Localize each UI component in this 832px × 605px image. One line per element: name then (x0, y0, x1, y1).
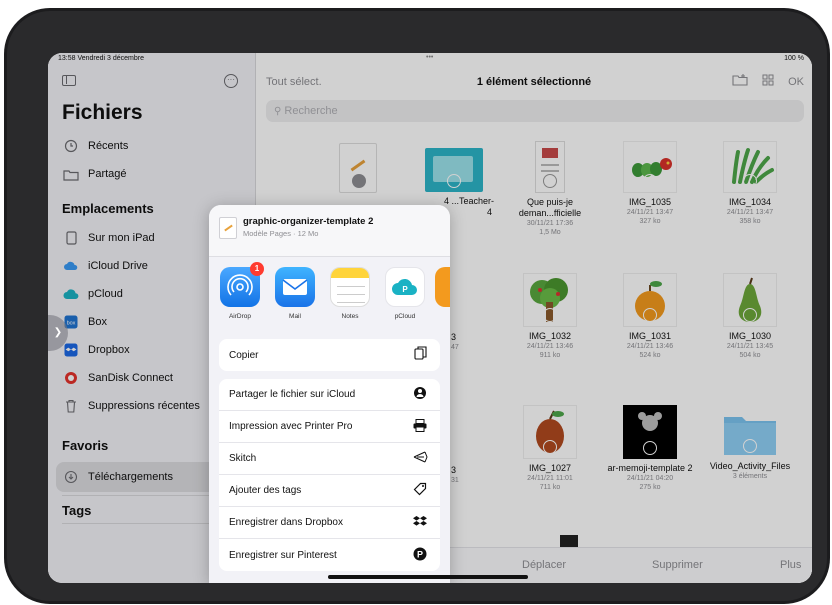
share-app-label: Mail (289, 313, 301, 320)
share-sheet: graphic-organizer-template 2 Modèle Page… (209, 205, 450, 583)
copy-group: Copier (219, 339, 440, 371)
action-label: Skitch (229, 453, 257, 464)
action-label: Enregistrer sur Pinterest (229, 549, 337, 561)
ipad-frame: ··· Fichiers Récents Partagé Emplacement… (4, 8, 830, 604)
share-app-label: pCloud (394, 313, 416, 320)
app-icon (435, 267, 450, 307)
airdrop-icon: 1 (220, 262, 264, 307)
share-app-pcloud[interactable]: P pCloud (380, 267, 430, 320)
action-label: Partager le fichier sur iCloud (229, 389, 356, 400)
share-app-label: AirDrop (228, 313, 252, 320)
home-indicator[interactable] (328, 575, 528, 579)
share-app-label: Notes (341, 313, 359, 320)
copy-icon (412, 346, 428, 364)
pinterest-icon: P (412, 547, 428, 564)
mail-icon (275, 267, 315, 307)
share-sheet-header: graphic-organizer-template 2 Modèle Page… (209, 205, 450, 257)
action-save-dropbox[interactable]: Enregistrer dans Dropbox (219, 507, 440, 539)
skitch-icon (412, 451, 428, 466)
action-label: Impression avec Printer Pro (229, 421, 353, 432)
shared-file-subtitle: Modèle Pages · 12 Mo (243, 229, 319, 238)
dropbox-icon (412, 515, 428, 531)
pcloud-icon: P (385, 267, 425, 307)
pages-document-icon (219, 217, 237, 239)
action-add-tags[interactable]: Ajouter des tags (219, 475, 440, 507)
tag-icon (412, 482, 428, 499)
shared-file-title: graphic-organizer-template 2 (243, 216, 374, 227)
ipad-screen: ··· Fichiers Récents Partagé Emplacement… (48, 53, 812, 583)
action-icloud-share[interactable]: Partager le fichier sur iCloud (219, 379, 440, 411)
share-app-mail[interactable]: Mail (270, 267, 320, 320)
notes-icon (330, 267, 370, 307)
share-apps-row: 1 AirDrop Mail Notes P pCloud (209, 262, 450, 331)
action-label: Ajouter des tags (229, 485, 302, 496)
copy-action[interactable]: Copier (219, 339, 440, 371)
notification-badge: 1 (250, 262, 264, 276)
svg-text:P: P (417, 549, 423, 559)
action-printer-pro[interactable]: Impression avec Printer Pro (219, 411, 440, 443)
action-label: Enregistrer dans Dropbox (229, 517, 343, 528)
actions-group: Partager le fichier sur iCloud Impressio… (219, 379, 440, 571)
share-app-partial[interactable] (435, 267, 450, 307)
action-save-pinterest[interactable]: Enregistrer sur Pinterest P (219, 539, 440, 571)
share-app-notes[interactable]: Notes (325, 267, 375, 320)
icloud-share-icon (412, 386, 428, 403)
share-app-airdrop[interactable]: 1 AirDrop (215, 262, 265, 320)
action-skitch[interactable]: Skitch (219, 443, 440, 475)
action-label: Copier (229, 349, 259, 361)
svg-text:P: P (402, 285, 408, 294)
printer-icon (412, 418, 428, 435)
